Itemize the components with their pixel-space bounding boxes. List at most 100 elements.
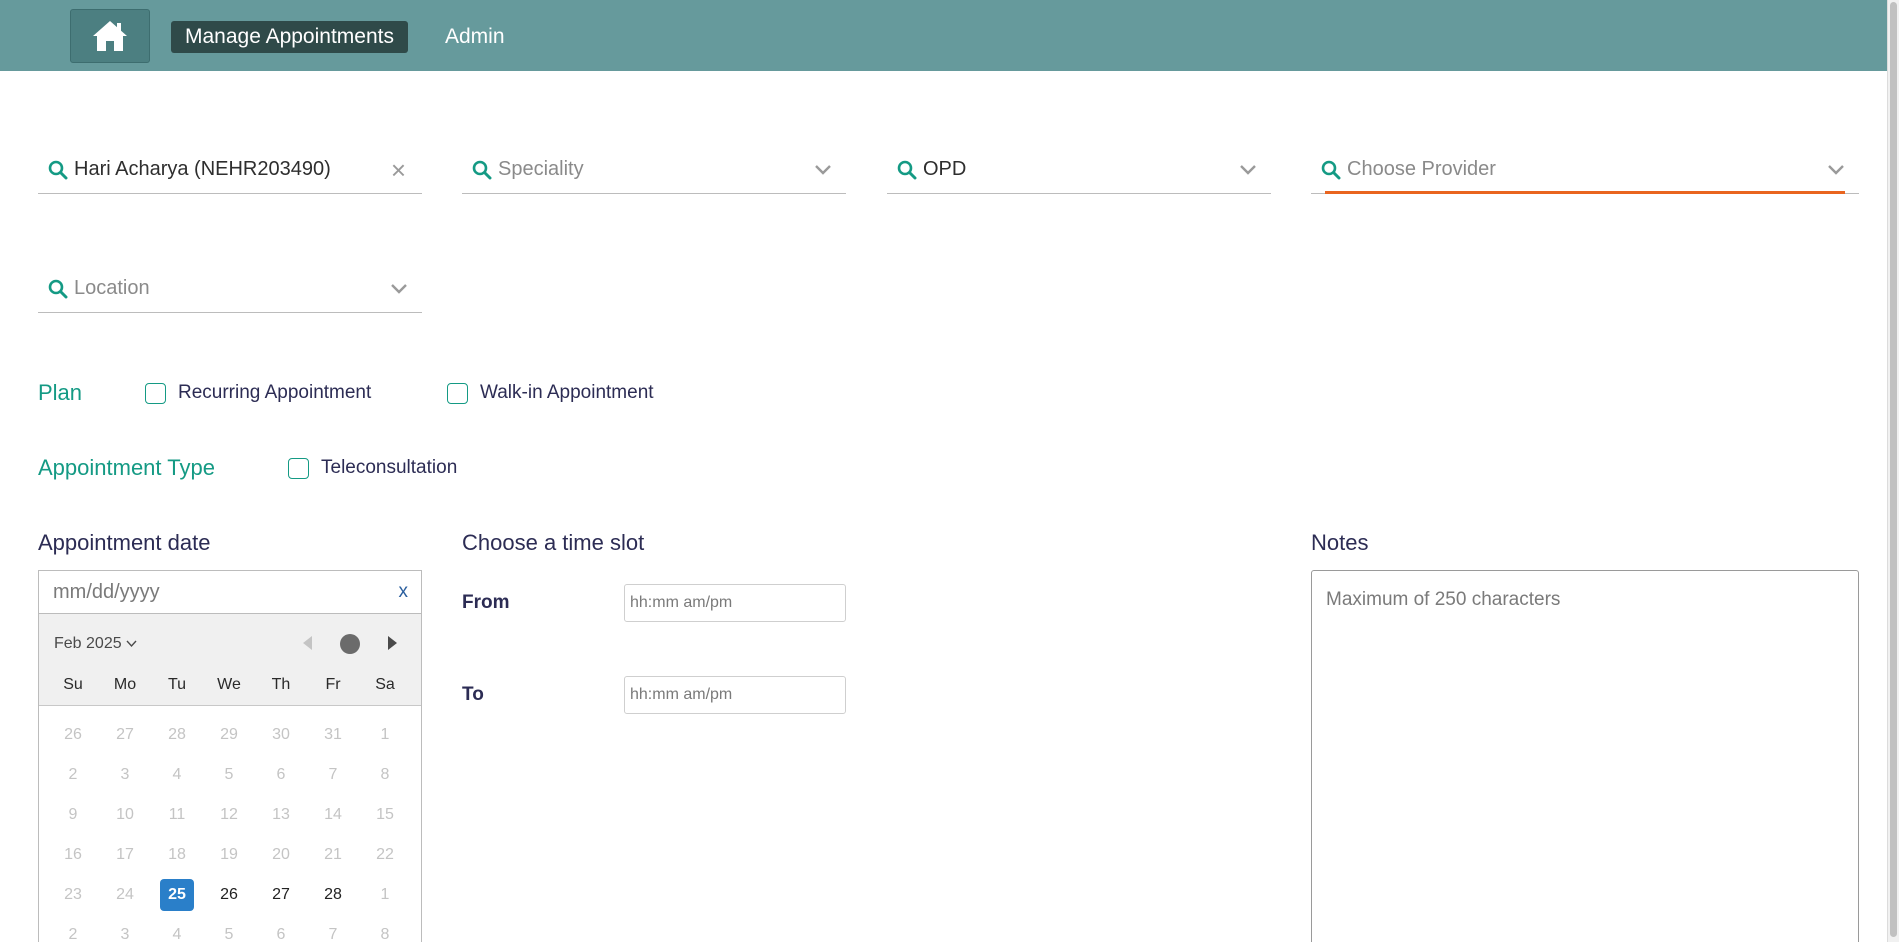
nav-manage-appointments[interactable]: Manage Appointments <box>171 21 408 53</box>
calendar-day-label: 18 <box>168 846 186 863</box>
time-slot-heading: Choose a time slot <box>462 530 645 555</box>
home-icon <box>93 21 127 51</box>
calendar-day-label: 31 <box>324 726 342 743</box>
calendar-day-label: 19 <box>220 846 238 863</box>
speciality-dropdown[interactable]: Speciality <box>462 146 846 194</box>
calendar-day[interactable]: 25 <box>151 879 203 923</box>
calendar-day-label: 26 <box>64 726 82 743</box>
calendar-day-disabled: 8 <box>359 923 411 942</box>
calendar-day-label: 15 <box>376 806 394 823</box>
calendar-day[interactable]: 26 <box>203 883 255 923</box>
plan-label: Plan <box>38 380 83 405</box>
checkbox-box[interactable] <box>145 382 166 404</box>
today-dot-button[interactable] <box>340 634 360 654</box>
recurring-appointment-checkbox[interactable]: Recurring Appointment <box>145 382 371 404</box>
location-dropdown[interactable]: Location <box>38 265 422 313</box>
calendar-day-disabled: 1 <box>359 883 411 923</box>
calendar-day-disabled: 4 <box>151 923 203 942</box>
calendar-day-disabled: 8 <box>359 763 411 803</box>
checkbox-box[interactable] <box>447 382 468 404</box>
calendar-day-label: 28 <box>168 726 186 743</box>
weekday-label: Tu <box>167 676 187 693</box>
service-dropdown[interactable]: OPD <box>887 146 1271 194</box>
location-placeholder: Location <box>74 277 150 299</box>
teleconsultation-checkbox[interactable]: Teleconsultation <box>288 457 457 479</box>
calendar-day-label: 6 <box>276 926 286 942</box>
calendar-day-disabled: 16 <box>47 843 99 883</box>
calendar-day-label: 21 <box>324 846 342 863</box>
next-month-icon[interactable] <box>388 636 397 650</box>
search-icon <box>48 279 68 298</box>
checkbox-box[interactable] <box>288 457 309 479</box>
month-select[interactable]: Feb 2025 <box>54 635 137 653</box>
calendar-day-label: 20 <box>272 846 290 863</box>
calendar-day-label: 24 <box>116 886 134 903</box>
page-scrollbar[interactable] <box>1887 0 1899 942</box>
chevron-down-icon <box>1828 164 1844 175</box>
patient-search-field[interactable]: Hari Acharya (NEHR203490) × <box>38 146 422 194</box>
clear-date-button[interactable]: x <box>399 581 409 603</box>
calendar-day-disabled: 28 <box>151 723 203 763</box>
calendar-day-disabled: 11 <box>151 803 203 843</box>
appointment-date-input[interactable]: mm/dd/yyyy x <box>38 570 422 614</box>
notes-placeholder: Maximum of 250 characters <box>1326 589 1561 610</box>
notes-textarea[interactable]: Maximum of 250 characters <box>1311 570 1859 942</box>
home-button[interactable] <box>70 9 150 63</box>
calendar-week-row: 2 3 4 5 6 7 8 <box>47 923 411 942</box>
calendar-day-disabled: 9 <box>47 803 99 843</box>
calendar-day-disabled: 30 <box>255 723 307 763</box>
calendar-day-disabled: 31 <box>307 723 359 763</box>
calendar-day-disabled: 4 <box>151 763 203 803</box>
to-time-placeholder: hh:mm am/pm <box>630 686 733 703</box>
calendar-day-label: 7 <box>328 926 338 942</box>
weekday-label: Fr <box>325 676 341 693</box>
calendar-week-row: 9 10 11 12 13 14 15 <box>47 803 411 843</box>
calendar-day[interactable]: 27 <box>255 883 307 923</box>
calendar-day[interactable]: 28 <box>307 883 359 923</box>
calendar-day-label: 6 <box>276 766 286 783</box>
calendar-day-label: 29 <box>220 726 238 743</box>
calendar-day-label: 14 <box>324 806 342 823</box>
provider-dropdown[interactable]: Choose Provider <box>1311 146 1859 194</box>
patient-value: Hari Acharya (NEHR203490) <box>74 158 331 180</box>
calendar-day-disabled: 3 <box>99 763 151 803</box>
scrollbar-thumb[interactable] <box>1890 2 1897 937</box>
month-label: Feb 2025 <box>54 635 122 652</box>
calendar-day-disabled: 27 <box>99 723 151 763</box>
calendar-day-label: 7 <box>328 766 338 783</box>
search-icon <box>897 160 917 179</box>
to-label: To <box>462 684 484 705</box>
date-picker-calendar: Feb 2025 Su Mo Tu We Th Fr Sa 26 27 28 29 30… <box>38 614 422 942</box>
date-placeholder: mm/dd/yyyy <box>53 580 160 603</box>
weekday-label: Sa <box>375 676 395 693</box>
calendar-day-disabled: 6 <box>255 923 307 942</box>
calendar-day-disabled: 1 <box>359 723 411 763</box>
prev-month-icon[interactable] <box>303 636 312 650</box>
calendar-day-disabled: 5 <box>203 923 255 942</box>
from-time-input[interactable]: hh:mm am/pm <box>624 584 846 622</box>
calendar-day-disabled: 20 <box>255 843 307 883</box>
calendar-week-row: 26 27 28 29 30 31 1 <box>47 723 411 763</box>
calendar-day-label: 1 <box>380 886 390 903</box>
calendar-day-disabled: 12 <box>203 803 255 843</box>
from-label: From <box>462 592 510 613</box>
walk-in-appointment-checkbox[interactable]: Walk-in Appointment <box>447 382 654 404</box>
chevron-down-icon <box>391 283 407 294</box>
calendar-day-disabled: 29 <box>203 723 255 763</box>
calendar-day-disabled: 22 <box>359 843 411 883</box>
calendar-day-label: 13 <box>272 806 290 823</box>
calendar-day-disabled: 24 <box>99 883 151 923</box>
calendar-day-disabled: 2 <box>47 763 99 803</box>
search-icon <box>1321 160 1341 179</box>
clear-patient-button[interactable]: × <box>391 157 406 183</box>
appointment-type-label: Appointment Type <box>38 455 215 480</box>
to-time-input[interactable]: hh:mm am/pm <box>624 676 846 714</box>
calendar-day-label: 2 <box>68 766 78 783</box>
calendar-day-label: 11 <box>168 806 186 823</box>
calendar-day-disabled: 14 <box>307 803 359 843</box>
nav-admin[interactable]: Admin <box>431 21 519 53</box>
top-navbar: Manage Appointments Admin <box>0 0 1899 71</box>
calendar-day-label: 2 <box>68 926 78 942</box>
recurring-appointment-label: Recurring Appointment <box>178 382 372 403</box>
calendar-week-row: 16 17 18 19 20 21 22 <box>47 843 411 883</box>
